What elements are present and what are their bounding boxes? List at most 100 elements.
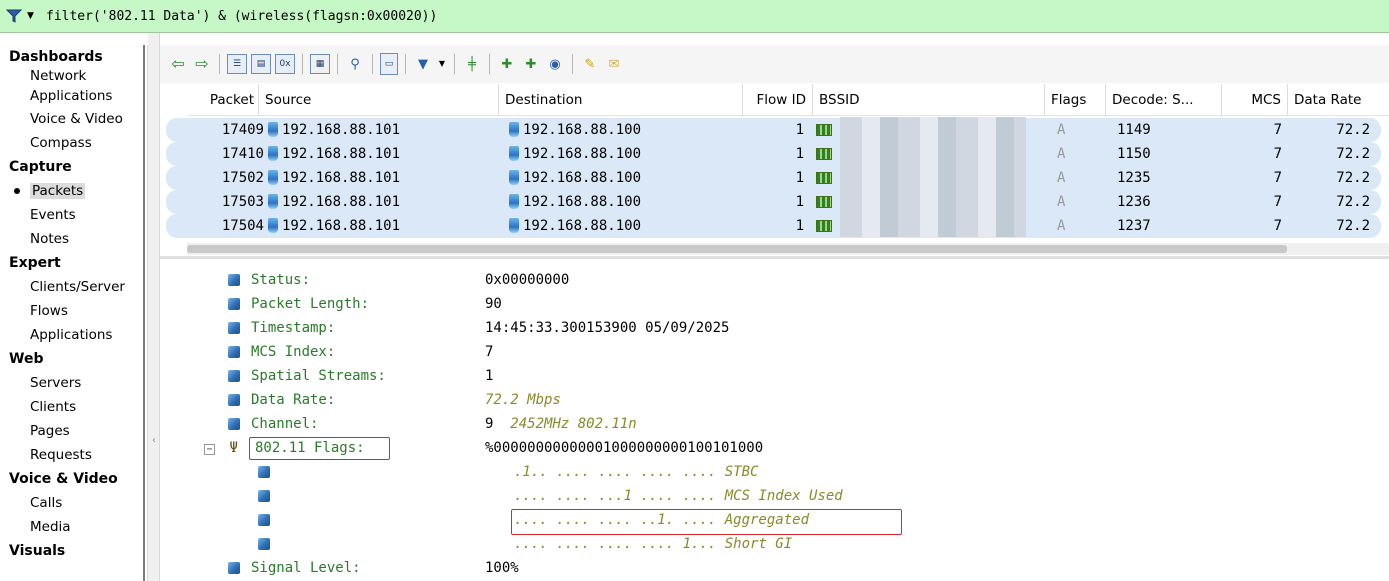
column-header-packet[interactable]: Packet <box>187 84 259 116</box>
packet-table-header: Packet Source Destination Flow ID BSSID … <box>187 84 1389 116</box>
collapse-arrow-icon[interactable]: ‹ <box>152 435 156 446</box>
edit-icon[interactable]: ✎ <box>580 54 600 74</box>
back-arrow-icon[interactable]: ⇦ <box>168 54 188 74</box>
sidebar-item-applications[interactable]: Applications <box>0 85 147 107</box>
sidebar-item-calls[interactable]: Calls <box>0 491 147 515</box>
network-icon[interactable]: ◉ <box>545 54 565 74</box>
sidebar-item-servers[interactable]: Servers <box>0 371 147 395</box>
detail-row-spatial-streams[interactable]: Spatial Streams: <box>228 364 386 388</box>
pane-splitter[interactable]: ‹ <box>148 33 160 581</box>
bssid <box>816 166 832 190</box>
sidebar-group-capture[interactable]: Capture <box>0 155 147 179</box>
column-header-decode[interactable]: Decode: S... <box>1106 84 1222 116</box>
sidebar-item-notes[interactable]: Notes <box>0 227 147 251</box>
column-header-data-rate[interactable]: Data Rate <box>1288 84 1389 116</box>
data-rate-value: 72.2 <box>1336 122 1370 138</box>
column-header-flow-id[interactable]: Flow ID <box>743 84 813 116</box>
field-icon <box>228 346 240 358</box>
packet-number: 17503 <box>221 194 264 210</box>
destination-address: 192.168.88.100 <box>509 166 641 190</box>
pane-divider[interactable] <box>160 256 1389 259</box>
packet-decode-icon[interactable]: ▤ <box>251 54 271 74</box>
table-row[interactable]: 17504 192.168.88.101 192.168.88.100 1 A … <box>166 214 1381 238</box>
sidebar-item-expert-applications[interactable]: Applications <box>0 323 147 347</box>
sidebar-item-packets[interactable]: Packets <box>0 179 147 203</box>
chevron-down-icon[interactable]: ▼ <box>437 54 447 74</box>
source-address: 192.168.88.101 <box>268 190 400 214</box>
forward-arrow-icon[interactable]: ⇨ <box>192 54 212 74</box>
detail-row-channel[interactable]: Channel: <box>228 412 318 436</box>
toolbar-separator <box>405 54 406 74</box>
packet-number: 17410 <box>221 146 264 162</box>
filter-expression[interactable]: filter('802.11 Data') & (wireless(flagsn… <box>46 9 437 24</box>
flag-bit-row[interactable] <box>258 484 281 508</box>
sidebar-item-clients[interactable]: Clients <box>0 395 147 419</box>
access-point-icon <box>816 148 832 160</box>
source-address: 192.168.88.101 <box>268 214 400 238</box>
detail-row-timestamp[interactable]: Timestamp: <box>228 316 335 340</box>
packet-list-icon[interactable]: ☰ <box>227 54 247 74</box>
flag-bit-row[interactable] <box>258 532 281 556</box>
access-point-icon <box>816 124 832 136</box>
column-header-mcs[interactable]: MCS <box>1222 84 1288 116</box>
horizontal-scrollbar[interactable] <box>187 243 1389 255</box>
destination-address: 192.168.88.100 <box>509 142 641 166</box>
table-row[interactable]: 17503 192.168.88.101 192.168.88.100 1 A … <box>166 190 1381 214</box>
filter-icon[interactable]: ▼ <box>413 54 433 74</box>
search-icon[interactable]: ⚲ <box>345 54 365 74</box>
sidebar: Dashboards Network Applications Voice & … <box>0 45 148 581</box>
redacted-bssid <box>840 117 1026 237</box>
toolbar-separator <box>219 54 220 74</box>
column-header-flags[interactable]: Flags <box>1045 84 1106 116</box>
sidebar-item-compass[interactable]: Compass <box>0 131 147 155</box>
sidebar-item-media[interactable]: Media <box>0 515 147 539</box>
collapse-icon[interactable]: − <box>204 444 215 455</box>
detail-row-mcs-index[interactable]: MCS Index: <box>228 340 335 364</box>
sidebar-item-flows[interactable]: Flows <box>0 299 147 323</box>
column-header-source[interactable]: Source <box>259 84 499 116</box>
sidebar-item-events[interactable]: Events <box>0 203 147 227</box>
table-row[interactable]: 17409 192.168.88.101 192.168.88.100 1 A … <box>166 118 1381 142</box>
filter-menu-button[interactable]: ▼ <box>0 0 46 33</box>
destination-address: 192.168.88.100 <box>509 214 641 238</box>
comment-icon[interactable]: ✉ <box>604 54 624 74</box>
host-icon <box>509 122 519 137</box>
flag-bit-row[interactable] <box>258 508 281 532</box>
sidebar-group-visuals[interactable]: Visuals <box>0 539 147 563</box>
sidebar-item-pages[interactable]: Pages <box>0 419 147 443</box>
detail-row-packet-length[interactable]: Packet Length: <box>228 292 369 316</box>
sidebar-group-voice-video[interactable]: Voice & Video <box>0 467 147 491</box>
host-icon <box>268 146 278 161</box>
field-value: 9 2452MHz 802.11n <box>485 412 637 436</box>
add-icon[interactable]: ✚ <box>521 54 541 74</box>
sidebar-group-dashboards[interactable]: Dashboards <box>0 45 147 69</box>
column-header-destination[interactable]: Destination <box>499 84 743 116</box>
scrollbar-thumb[interactable] <box>187 245 1287 253</box>
field-value: 72.2 Mbps <box>485 392 561 408</box>
field-value: 90 <box>485 296 502 312</box>
keyboard-icon[interactable]: ▦ <box>310 54 330 74</box>
sidebar-item-network[interactable]: Network <box>0 67 147 85</box>
detail-row-80211-flags[interactable]: − Ψ <box>204 436 242 460</box>
table-row[interactable]: 17502 192.168.88.101 192.168.88.100 1 A … <box>166 166 1381 190</box>
add-filter-icon[interactable]: ✚ <box>497 54 517 74</box>
filter-tree-icon: Ψ <box>229 440 238 456</box>
column-icon[interactable]: ╪ <box>462 54 482 74</box>
sidebar-group-expert[interactable]: Expert <box>0 251 147 275</box>
detail-row-status[interactable]: Status: <box>228 268 310 292</box>
field-label: Data Rate: <box>251 392 336 408</box>
sidebar-item-requests[interactable]: Requests <box>0 443 147 467</box>
detail-row-data-rate[interactable]: Data Rate: <box>228 388 335 412</box>
sidebar-item-voice-video[interactable]: Voice & Video <box>0 107 147 131</box>
split-view-icon[interactable]: ▭ <box>380 53 398 75</box>
destination-address: 192.168.88.100 <box>509 190 641 214</box>
column-header-bssid[interactable]: BSSID <box>813 84 1045 116</box>
sidebar-item-clients-server[interactable]: Clients/Server <box>0 275 147 299</box>
hex-view-icon[interactable]: 0x <box>275 54 295 74</box>
decode-value: 1237 <box>1117 218 1151 234</box>
access-point-icon <box>816 220 832 232</box>
detail-row-signal-level[interactable]: Signal Level: <box>228 556 361 580</box>
table-row[interactable]: 17410 192.168.88.101 192.168.88.100 1 A … <box>166 142 1381 166</box>
sidebar-group-web[interactable]: Web <box>0 347 147 371</box>
flag-bit-row[interactable] <box>258 460 281 484</box>
